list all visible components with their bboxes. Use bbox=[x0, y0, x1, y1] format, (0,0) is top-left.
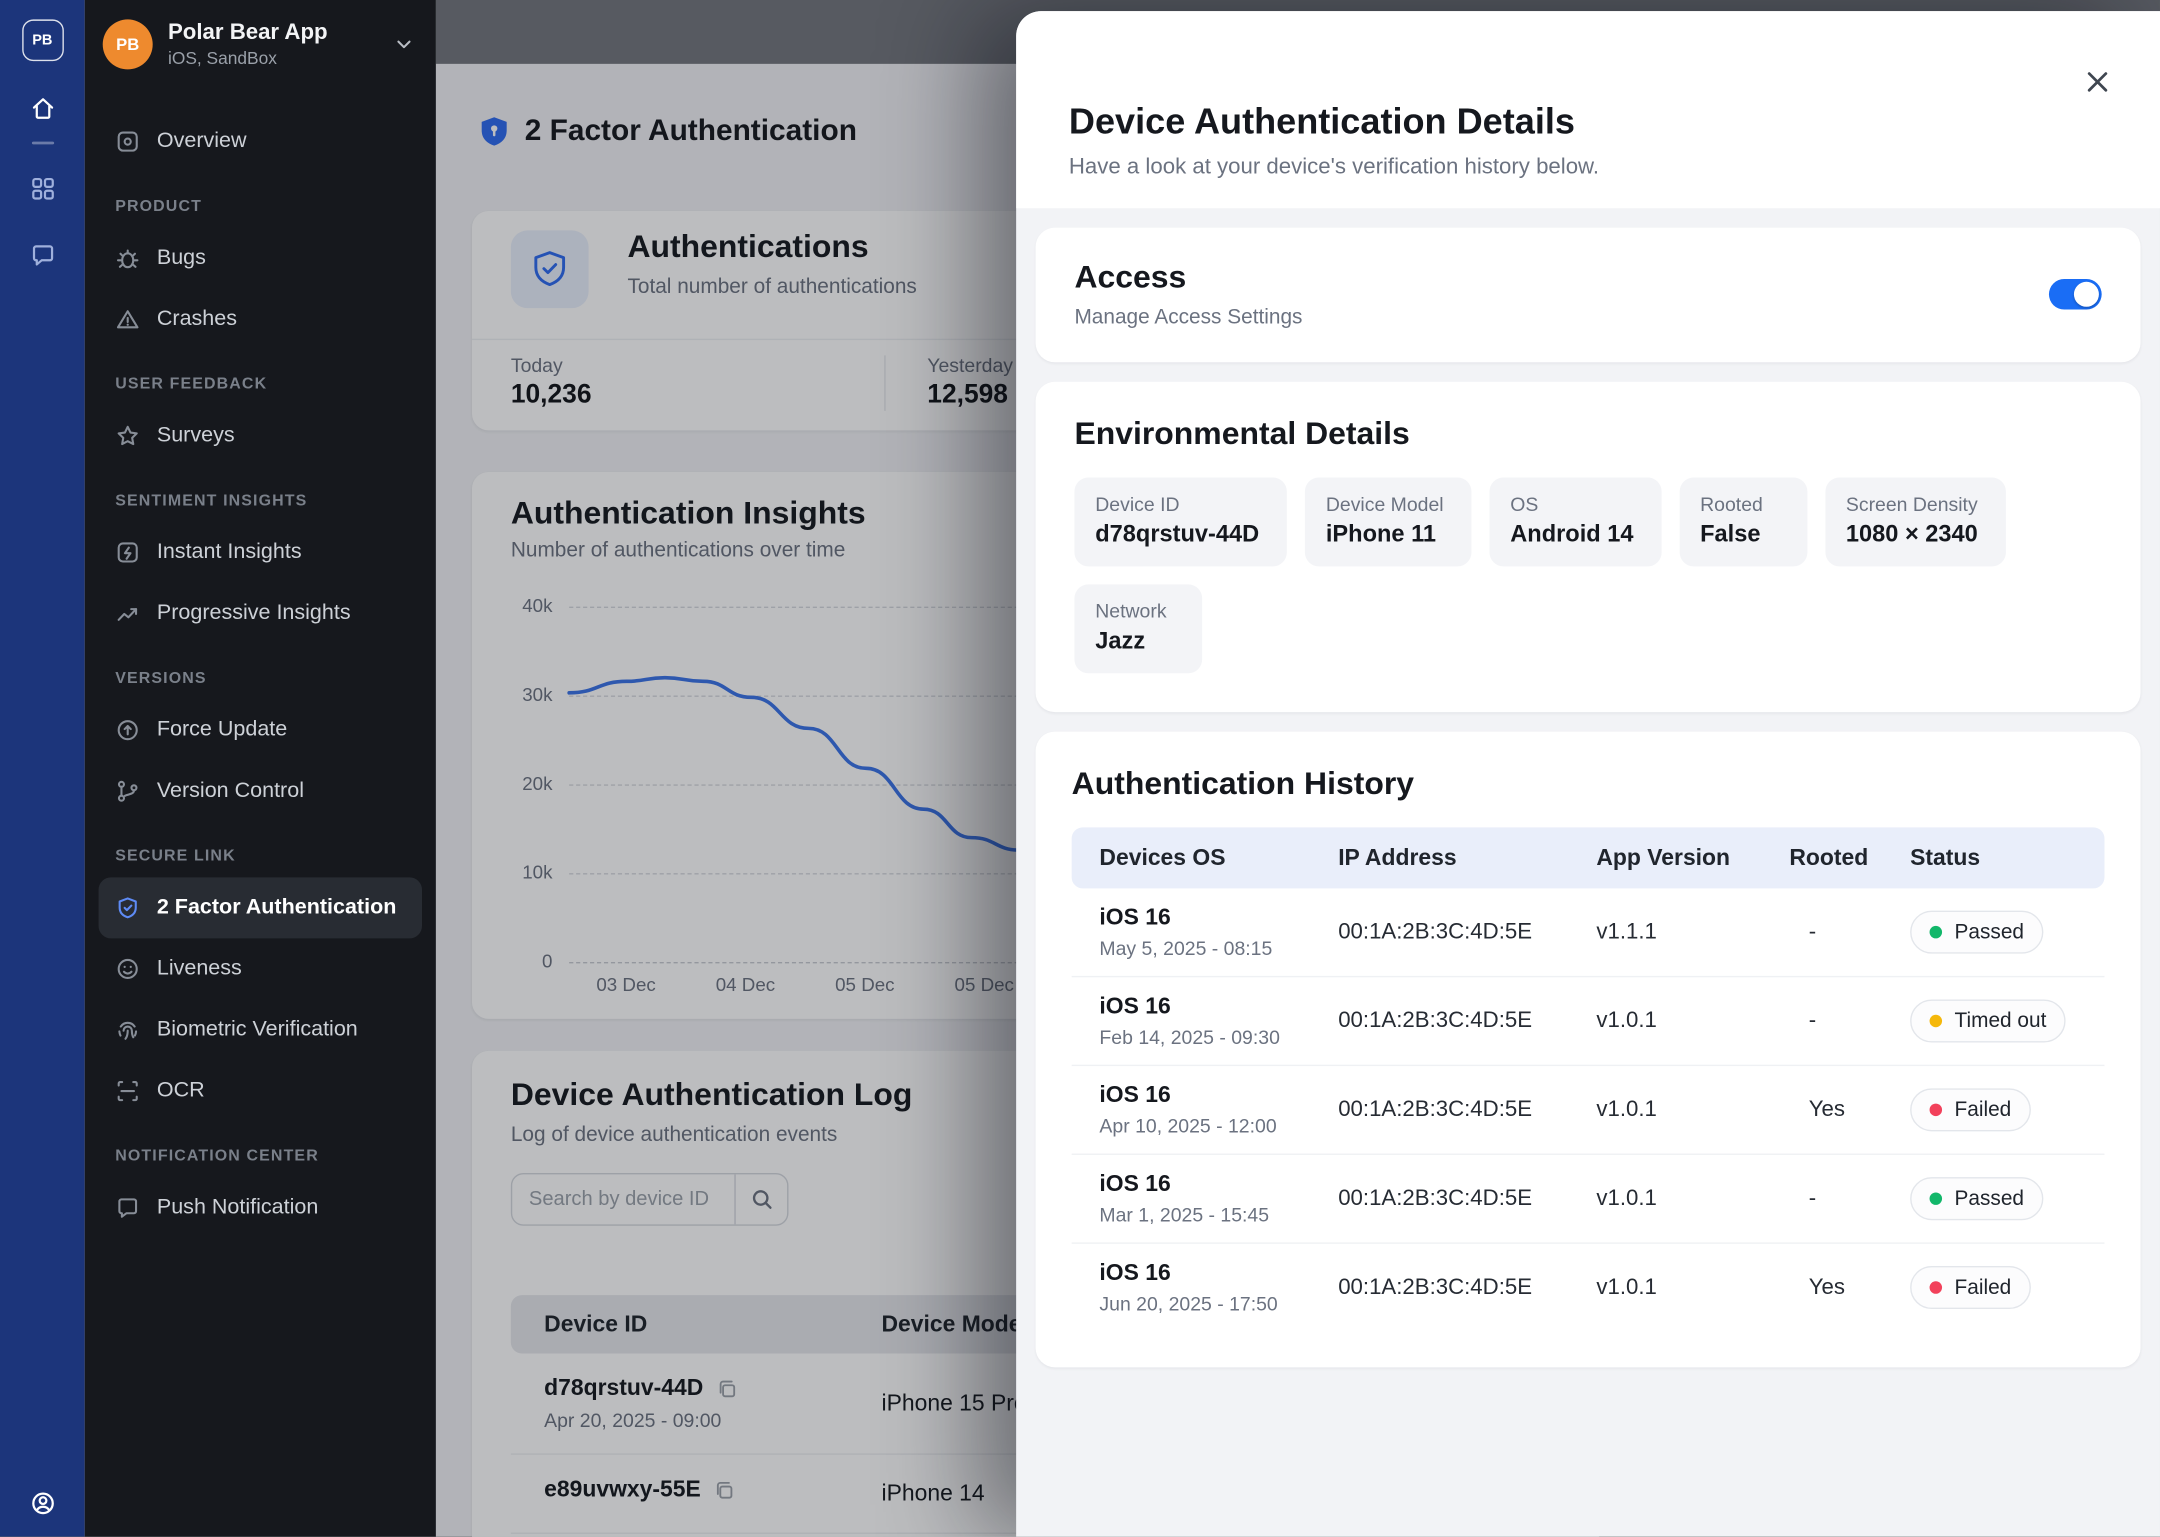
sidebar: PB Polar Bear App iOS, SandBox Overview … bbox=[85, 0, 436, 1537]
rail-divider bbox=[31, 142, 53, 145]
authentication-history-card: Authentication History Devices OS IP Add… bbox=[1036, 732, 2141, 1368]
status-dot bbox=[1930, 926, 1942, 938]
liveness-icon bbox=[115, 956, 140, 981]
env-field-device-model: Device Model iPhone 11 bbox=[1305, 478, 1471, 567]
access-title: Access bbox=[1074, 258, 1302, 295]
app-environment: iOS, SandBox bbox=[168, 49, 376, 68]
home-icon[interactable] bbox=[28, 94, 56, 122]
status-dot bbox=[1930, 1015, 1942, 1027]
sidebar-item-push-notification[interactable]: Push Notification bbox=[99, 1177, 422, 1238]
environment-title: Environmental Details bbox=[1074, 415, 2101, 452]
bugs-icon bbox=[115, 246, 140, 271]
app-avatar: PB bbox=[103, 19, 153, 69]
status-badge: Failed bbox=[1910, 1266, 2031, 1309]
access-card: Access Manage Access Settings bbox=[1036, 228, 2141, 363]
env-field-rooted: Rooted False bbox=[1679, 478, 1807, 567]
sidebar-item-two-factor-authentication[interactable]: 2 Factor Authentication bbox=[99, 877, 422, 938]
force-update-icon bbox=[115, 718, 140, 743]
sidebar-item-crashes[interactable]: Crashes bbox=[99, 289, 422, 350]
status-dot bbox=[1930, 1281, 1942, 1293]
history-title: Authentication History bbox=[1072, 765, 2105, 802]
section-label-user-feedback: USER FEEDBACK bbox=[115, 375, 405, 394]
section-label-secure-link: SECURE LINK bbox=[115, 847, 405, 866]
status-dot bbox=[1930, 1104, 1942, 1116]
sidebar-item-biometric-verification[interactable]: Biometric Verification bbox=[99, 999, 422, 1060]
history-row: iOS 16 Mar 1, 2025 - 15:45 00:1A:2B:3C:4… bbox=[1072, 1155, 2105, 1244]
sidebar-item-overview[interactable]: Overview bbox=[99, 111, 422, 172]
profile-icon[interactable] bbox=[28, 1490, 56, 1518]
version-control-icon bbox=[115, 779, 140, 804]
env-field-device-id: Device ID d78qrstuv-44D bbox=[1074, 478, 1287, 567]
modal-subtitle: Have a look at your device's verificatio… bbox=[1069, 155, 2105, 180]
access-toggle[interactable] bbox=[2049, 278, 2102, 309]
env-field-os: OS Android 14 bbox=[1489, 478, 1661, 567]
section-label-versions: VERSIONS bbox=[115, 669, 405, 688]
modal-body: Access Manage Access Settings Environmen… bbox=[1016, 208, 2160, 1536]
two-factor-auth-icon bbox=[115, 895, 140, 920]
status-badge: Failed bbox=[1910, 1088, 2031, 1131]
section-label-product: PRODUCT bbox=[115, 197, 405, 216]
sidebar-item-bugs[interactable]: Bugs bbox=[99, 228, 422, 289]
brand-logo: PB bbox=[22, 19, 64, 61]
history-row: iOS 16 May 5, 2025 - 08:15 00:1A:2B:3C:4… bbox=[1072, 888, 2105, 977]
surveys-icon bbox=[115, 423, 140, 448]
status-dot bbox=[1930, 1192, 1942, 1204]
app-screen: PB PB Polar Bear App iOS, SandBox bbox=[0, 0, 2160, 1537]
ocr-icon bbox=[115, 1079, 140, 1104]
device-auth-details-modal: Device Authentication Details Have a loo… bbox=[1016, 11, 2160, 1537]
app-switcher[interactable]: PB Polar Bear App iOS, SandBox bbox=[85, 0, 436, 89]
push-notification-icon bbox=[115, 1195, 140, 1220]
left-rail: PB bbox=[0, 0, 85, 1537]
sidebar-item-progressive-insights[interactable]: Progressive Insights bbox=[99, 583, 422, 644]
section-label-notification-center: NOTIFICATION CENTER bbox=[115, 1147, 405, 1166]
sidebar-item-ocr[interactable]: OCR bbox=[99, 1061, 422, 1122]
overview-icon bbox=[115, 129, 140, 154]
status-badge: Passed bbox=[1910, 1177, 2043, 1220]
toggle-knob bbox=[2074, 281, 2099, 306]
instant-insights-icon bbox=[115, 540, 140, 565]
sidebar-item-version-control[interactable]: Version Control bbox=[99, 761, 422, 822]
progressive-insights-icon bbox=[115, 601, 140, 626]
status-badge: Passed bbox=[1910, 911, 2043, 954]
crashes-icon bbox=[115, 307, 140, 332]
sidebar-item-surveys[interactable]: Surveys bbox=[99, 405, 422, 466]
close-icon[interactable] bbox=[2077, 61, 2119, 103]
sidebar-item-instant-insights[interactable]: Instant Insights bbox=[99, 522, 422, 583]
history-table: Devices OS IP Address App Version Rooted… bbox=[1072, 827, 2105, 1331]
section-label-sentiment-insights: SENTIMENT INSIGHTS bbox=[115, 491, 405, 510]
env-field-network: Network Jazz bbox=[1074, 584, 1202, 673]
status-badge: Timed out bbox=[1910, 999, 2066, 1042]
chevron-down-icon[interactable] bbox=[391, 32, 416, 57]
history-row: iOS 16 Jun 20, 2025 - 17:50 00:1A:2B:3C:… bbox=[1072, 1244, 2105, 1331]
history-row: iOS 16 Feb 14, 2025 - 09:30 00:1A:2B:3C:… bbox=[1072, 977, 2105, 1066]
apps-grid-icon[interactable] bbox=[28, 175, 56, 203]
chat-icon[interactable] bbox=[28, 242, 56, 270]
env-field-screen-density: Screen Density 1080 × 2340 bbox=[1825, 478, 2005, 567]
sidebar-item-liveness[interactable]: Liveness bbox=[99, 938, 422, 999]
access-subtitle: Manage Access Settings bbox=[1074, 305, 1302, 329]
sidebar-item-force-update[interactable]: Force Update bbox=[99, 700, 422, 761]
history-table-header: Devices OS IP Address App Version Rooted… bbox=[1072, 827, 2105, 888]
biometric-verification-icon bbox=[115, 1018, 140, 1043]
modal-header: Device Authentication Details Have a loo… bbox=[1016, 11, 2160, 208]
history-row: iOS 16 Apr 10, 2025 - 12:00 00:1A:2B:3C:… bbox=[1072, 1066, 2105, 1155]
app-name: Polar Bear App bbox=[168, 21, 376, 46]
modal-title: Device Authentication Details bbox=[1069, 100, 2105, 143]
environmental-details-card: Environmental Details Device ID d78qrstu… bbox=[1036, 382, 2141, 712]
sidebar-nav: Overview PRODUCT Bugs Crashes USER FEEDB… bbox=[85, 89, 436, 1238]
